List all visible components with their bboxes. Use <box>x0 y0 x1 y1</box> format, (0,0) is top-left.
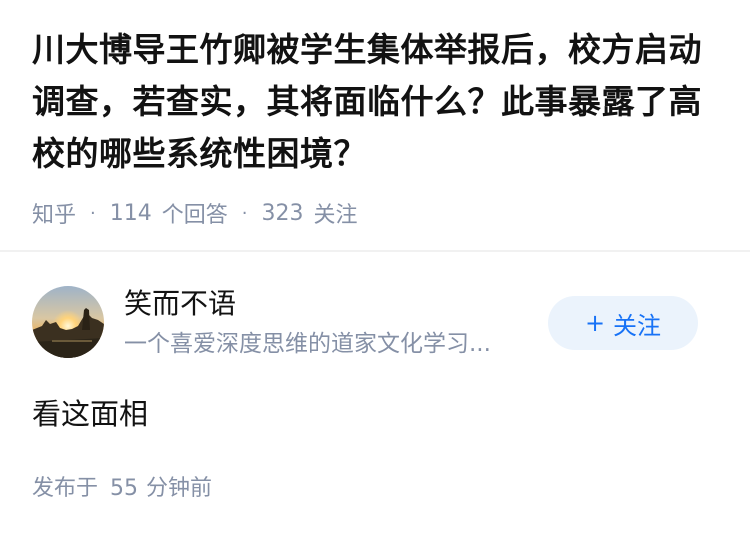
answer-content[interactable]: 看这面相 <box>32 394 148 434</box>
meta-separator-2: · <box>241 202 248 224</box>
author-avatar[interactable] <box>32 286 104 358</box>
follower-count-label: 关注 <box>313 203 358 228</box>
answer-card: 笑而不语 一个喜爱深度思维的道家文化学习... + 关注 看这面相 发布于 55 分… <box>0 252 750 501</box>
author-row: 笑而不语 一个喜爱深度思维的道家文化学习... + 关注 <box>0 252 750 358</box>
author-name[interactable]: 笑而不语 <box>124 286 236 322</box>
publish-suffix: 分钟前 <box>146 476 213 501</box>
follow-button[interactable]: + 关注 <box>548 296 698 350</box>
publish-time: 发布于 55 分钟前 <box>32 474 212 504</box>
publish-prefix: 发布于 <box>32 476 99 501</box>
answer-count: 114 <box>109 200 152 226</box>
publish-value: 55 <box>110 476 139 501</box>
answer-page: 川大博导王竹卿被学生集体举报后，校方启动调查，若查实，其将面临什么？此事暴露了高… <box>0 0 750 540</box>
meta-separator: · <box>90 202 96 224</box>
question-title[interactable]: 川大博导王竹卿被学生集体举报后，校方启动调查，若查实，其将面临什么？此事暴露了高… <box>32 24 718 180</box>
answer-count-label: 个回答 <box>161 203 228 228</box>
sunset-avatar-icon <box>32 286 104 358</box>
plus-icon: + <box>584 309 606 337</box>
follow-button-label: 关注 <box>613 311 662 340</box>
question-meta: 知乎 · 114 个回答 · 323 关注 <box>32 197 718 229</box>
question-header: 川大博导王竹卿被学生集体举报后，校方启动调查，若查实，其将面临什么？此事暴露了高… <box>0 0 750 228</box>
follower-count: 323 <box>261 200 304 226</box>
source-label[interactable]: 知乎 <box>32 197 76 229</box>
author-bio: 一个喜爱深度思维的道家文化学习... <box>124 331 491 357</box>
